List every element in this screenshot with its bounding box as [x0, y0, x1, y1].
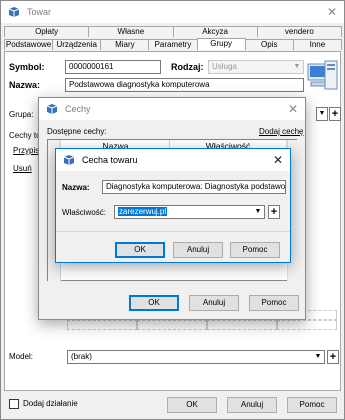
wlasciwosc-select[interactable]: zarezerwuj.pl ▼	[114, 205, 265, 219]
cechy-pomoc-button[interactable]: Pomoc	[249, 295, 299, 311]
nazwa-field[interactable]: Podstawowa diagnostyka komputerowa	[65, 78, 304, 92]
rodzaj-select[interactable]: Usługa ▼	[208, 60, 304, 74]
tab-grupy[interactable]: Grupy	[196, 38, 246, 50]
cechy-titlebar: Cechy ✕	[39, 98, 305, 120]
window-title: Towar	[27, 7, 52, 17]
towar-titlebar: Towar ✕	[1, 1, 344, 23]
rodzaj-label: Rodzaj:	[171, 62, 204, 72]
wlasciwosc-label: Właściwość:	[62, 208, 107, 217]
product-image-icon	[307, 60, 338, 90]
dodaj-dzialanie-label: Dodaj działanie	[23, 399, 78, 408]
app-icon	[63, 155, 75, 165]
tab-akcyza[interactable]: Akcyza	[172, 26, 258, 37]
tab-miary[interactable]: Miary	[100, 39, 150, 50]
tab-vendero[interactable]: vendero	[256, 26, 342, 37]
model-value: (brak)	[71, 352, 92, 361]
wlasciwosc-add-button[interactable]: +	[268, 205, 280, 219]
tab-podstawowe[interactable]: Podstawowe	[4, 39, 54, 50]
wlasciwosc-value: zarezerwuj.pl	[118, 207, 168, 216]
close-icon[interactable]: ✕	[324, 4, 340, 20]
cecha-anuluj-button[interactable]: Anuluj	[173, 242, 223, 258]
anuluj-button[interactable]: Anuluj	[227, 397, 277, 413]
cechy-anuluj-button[interactable]: Anuluj	[189, 295, 239, 311]
tabs-bottom-row: Podstawowe Urządzenia Miary Parametry Gr…	[4, 38, 342, 50]
tab-wlasne[interactable]: Własne	[88, 26, 174, 37]
model-label: Model:	[9, 352, 34, 361]
tab-opis[interactable]: Opis	[244, 39, 294, 50]
cecha-towaru-dialog: Cecha towaru ✕ Nazwa: Diagnostyka komput…	[55, 148, 291, 263]
app-icon	[8, 7, 20, 17]
cechy-towaru-label: Cechy to	[9, 131, 41, 140]
divider	[56, 231, 290, 232]
cecha-titlebar: Cecha towaru ✕	[56, 149, 290, 171]
cechy-title: Cechy	[65, 104, 91, 114]
table-row	[137, 320, 207, 330]
dostepne-cechy-label: Dostępne cechy:	[47, 127, 107, 136]
cecha-pomoc-button[interactable]: Pomoc	[230, 242, 280, 258]
rodzaj-value: Usługa	[212, 62, 237, 71]
tab-parametry[interactable]: Parametry	[148, 39, 198, 50]
dodaj-dzialanie-checkbox[interactable]	[9, 399, 19, 409]
table-row	[277, 320, 337, 330]
przypisz-link[interactable]: Przypis	[13, 146, 39, 155]
dodaj-ceche-link[interactable]: Dodaj cechę	[259, 127, 303, 136]
usun-link[interactable]: Usuń	[13, 164, 32, 173]
close-icon[interactable]: ✕	[270, 152, 286, 168]
cecha-title: Cecha towaru	[82, 155, 138, 165]
model-select[interactable]: (brak) ▼	[67, 350, 325, 364]
grupa-dropdown-arrow[interactable]: ▼	[316, 107, 328, 121]
nazwa-label: Nazwa:	[9, 80, 41, 90]
table-row	[207, 320, 277, 330]
cecha-nazwa-field[interactable]: Diagnostyka komputerowa: Diagnostyka pod…	[102, 180, 286, 194]
cecha-ok-button[interactable]: OK	[115, 242, 165, 258]
chevron-down-icon: ▼	[254, 208, 262, 215]
symbol-field[interactable]: 0000000161	[65, 60, 161, 74]
grupa-add-button[interactable]: +	[329, 107, 341, 121]
chevron-down-icon: ▼	[293, 63, 301, 70]
ok-button[interactable]: OK	[167, 397, 217, 413]
app-icon	[46, 104, 58, 114]
pomoc-button[interactable]: Pomoc	[287, 397, 337, 413]
symbol-label: Symbol:	[9, 62, 45, 72]
cechy-ok-button[interactable]: OK	[129, 295, 179, 311]
close-icon[interactable]: ✕	[285, 101, 301, 117]
grupa-label: Grupa:	[9, 110, 34, 119]
chevron-down-icon: ▼	[314, 353, 322, 360]
table-row	[67, 320, 137, 330]
tab-oplaty[interactable]: Opłaty	[4, 26, 90, 37]
cecha-nazwa-label: Nazwa:	[62, 183, 90, 192]
model-add-button[interactable]: +	[327, 350, 339, 364]
tab-urzadzenia[interactable]: Urządzenia	[52, 39, 102, 50]
tab-inne[interactable]: Inne	[292, 39, 342, 50]
tabs-top-row: Opłaty Własne Akcyza vendero	[4, 26, 342, 37]
